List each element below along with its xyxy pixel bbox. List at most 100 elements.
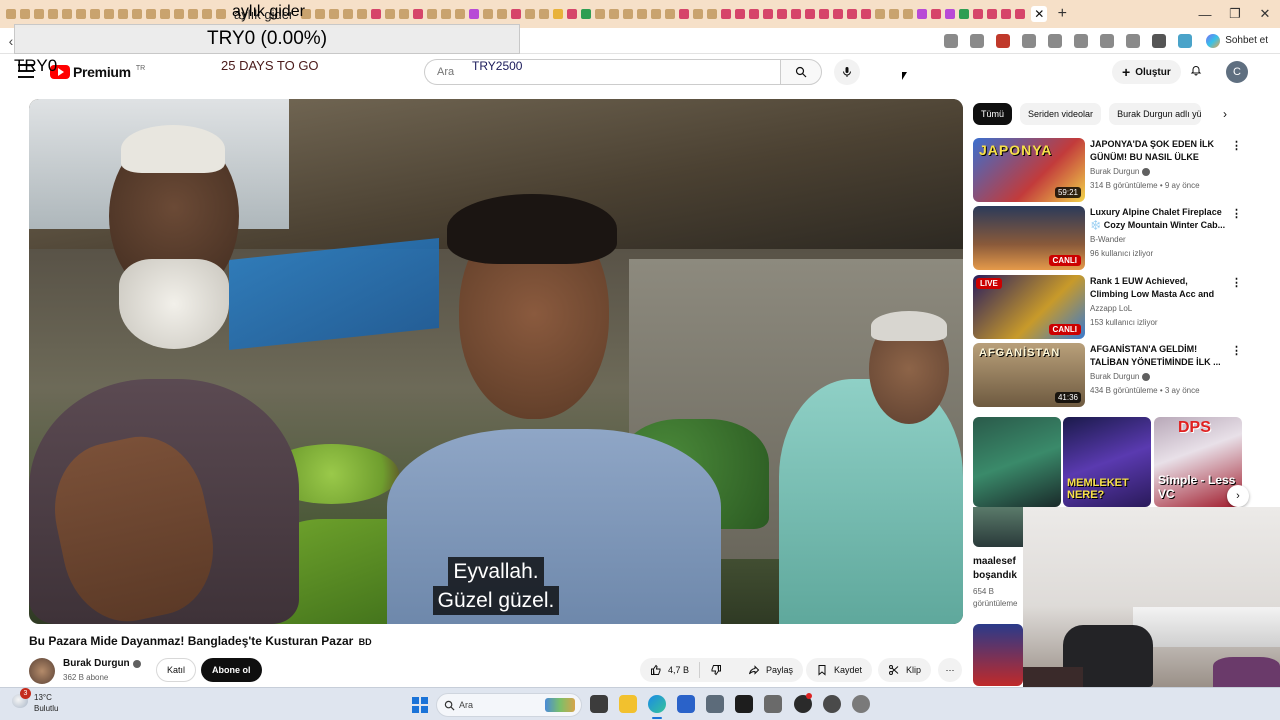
tab-favicon[interactable]: [903, 9, 914, 19]
tab-favicon[interactable]: [847, 9, 858, 19]
tab-favicon[interactable]: [581, 9, 592, 19]
video-thumbnail[interactable]: AFGANİSTAN 41:36: [973, 343, 1085, 407]
channel-name[interactable]: Burak Durgun: [63, 658, 141, 669]
create-button[interactable]: + Oluştur: [1112, 60, 1181, 84]
chip-all[interactable]: Tümü: [973, 103, 1013, 125]
like-icon[interactable]: [650, 664, 662, 676]
recommendation-title[interactable]: JAPONYA'DA ŞOK EDEN İLK GÜNÜM! BU NASIL …: [1090, 138, 1226, 165]
tab-favicon[interactable]: [441, 9, 452, 19]
more-options-icon[interactable]: ⋮: [1231, 345, 1242, 357]
app-icon[interactable]: [706, 695, 724, 713]
tab-favicon[interactable]: [202, 9, 212, 19]
recommendation-title[interactable]: maalesef boşandık: [973, 555, 1023, 583]
share-button[interactable]: Paylaş: [738, 658, 804, 682]
more-actions-button[interactable]: ⋯: [938, 658, 962, 682]
tab-favicon[interactable]: [623, 9, 634, 19]
channel-avatar[interactable]: [29, 658, 55, 684]
youtube-logo[interactable]: Premium TR: [50, 64, 145, 80]
tab-favicon[interactable]: [385, 9, 396, 19]
settings-icon[interactable]: [1074, 33, 1089, 48]
more-options-icon[interactable]: ⋮: [1231, 140, 1242, 152]
short-thumbnail[interactable]: [973, 417, 1061, 507]
health-icon[interactable]: [1126, 33, 1141, 48]
tab-favicon[interactable]: [917, 9, 928, 19]
tab-favicon[interactable]: [973, 9, 984, 19]
recommendation-item[interactable]: LIVE CANLI Rank 1 EUW Achieved, Climbing…: [973, 275, 1245, 339]
video-player[interactable]: Eyvallah. Güzel güzel.: [29, 99, 963, 624]
tab-favicon[interactable]: [931, 9, 942, 19]
split-view-icon[interactable]: [1048, 33, 1063, 48]
tab-favicon[interactable]: [665, 9, 676, 19]
app-icon[interactable]: [852, 695, 870, 713]
tab-favicon[interactable]: [483, 9, 494, 19]
dislike-icon[interactable]: [710, 664, 722, 676]
tab-favicon[interactable]: [707, 9, 718, 19]
extensions-puzzle-icon[interactable]: [1022, 33, 1037, 48]
tab-favicon[interactable]: [889, 9, 900, 19]
store-icon[interactable]: [677, 695, 695, 713]
weather-widget[interactable]: 3 13°C Bulutlu: [12, 688, 58, 714]
menu-dots-icon[interactable]: [1152, 33, 1167, 48]
file-explorer-icon[interactable]: [619, 695, 637, 713]
new-tab-button[interactable]: +: [1051, 5, 1073, 23]
tab-favicon[interactable]: [34, 9, 44, 19]
video-thumbnail[interactable]: LIVE CANLI: [973, 275, 1085, 339]
account-avatar[interactable]: C: [1226, 61, 1248, 83]
tab-favicon[interactable]: [693, 9, 704, 19]
tab-favicon[interactable]: [146, 9, 156, 19]
tab-favicon[interactable]: [132, 9, 142, 19]
video-thumbnail[interactable]: JAPONYA 59:21: [973, 138, 1085, 202]
install-app-icon[interactable]: [944, 33, 959, 48]
tab-favicon[interactable]: [399, 9, 410, 19]
tab-favicon[interactable]: [48, 9, 58, 19]
download-icon[interactable]: [1100, 33, 1115, 48]
tab-favicon[interactable]: [216, 9, 226, 19]
tab-favicon[interactable]: [819, 9, 830, 19]
maximize-button[interactable]: ❐: [1220, 6, 1250, 22]
short-thumbnail[interactable]: MEMLEKET NERE?: [1063, 417, 1151, 507]
chip-series[interactable]: Seriden videolar: [1020, 103, 1102, 125]
tab-close-icon[interactable]: ✕: [1031, 6, 1048, 22]
tab-favicon[interactable]: [875, 9, 886, 19]
tab-favicon[interactable]: [567, 9, 578, 19]
video-thumbnail[interactable]: [973, 507, 1023, 547]
recommendation-title[interactable]: Luxury Alpine Chalet Fireplace ❄️ Cozy M…: [1090, 206, 1226, 232]
tab-favicon[interactable]: [174, 9, 184, 19]
tab-favicon[interactable]: [805, 9, 816, 19]
taskbar-search[interactable]: Ara: [436, 693, 582, 717]
tab-favicon[interactable]: [945, 9, 956, 19]
tab-favicon[interactable]: [329, 9, 340, 19]
tab-favicon[interactable]: [160, 9, 170, 19]
tab-favicon[interactable]: [791, 9, 802, 19]
more-options-icon[interactable]: ⋮: [1231, 277, 1242, 289]
edge-browser-icon[interactable]: [648, 695, 666, 713]
tab-favicon[interactable]: [90, 9, 100, 19]
tab-favicon[interactable]: [118, 9, 128, 19]
recommendation-title[interactable]: Rank 1 EUW Achieved, Climbing Low Masta …: [1090, 275, 1226, 302]
app-icon[interactable]: [764, 695, 782, 713]
chips-next-icon[interactable]: ›: [1217, 106, 1233, 122]
recommendation-item[interactable]: JAPONYA 59:21 JAPONYA'DA ŞOK EDEN İLK GÜ…: [973, 138, 1245, 202]
tab-favicon[interactable]: [315, 9, 326, 19]
tab-favicon[interactable]: [427, 9, 438, 19]
copilot-chat-button[interactable]: Sohbet et: [1206, 33, 1268, 48]
app-icon[interactable]: [823, 695, 841, 713]
tab-favicon[interactable]: [62, 9, 72, 19]
tab-favicon[interactable]: [833, 9, 844, 19]
task-view-icon[interactable]: [590, 695, 608, 713]
tab-favicon[interactable]: [763, 9, 774, 19]
app-icon[interactable]: [735, 695, 753, 713]
tab-favicon[interactable]: [20, 9, 30, 19]
tab-favicon[interactable]: [188, 9, 198, 19]
tab-favicon[interactable]: [721, 9, 732, 19]
recommendation-title[interactable]: AFGANİSTAN'A GELDİM! TALİBAN YÖNETİMİNDE…: [1090, 343, 1226, 369]
tab-favicon[interactable]: [1015, 9, 1026, 19]
minimize-button[interactable]: —: [1190, 7, 1220, 22]
tab-favicon[interactable]: [357, 9, 368, 19]
tab-favicon[interactable]: [539, 9, 550, 19]
tab-favicon[interactable]: [679, 9, 690, 19]
tab-favicon[interactable]: [104, 9, 114, 19]
tab-favicon[interactable]: [525, 9, 536, 19]
profile-icon[interactable]: [1178, 33, 1193, 48]
tab-favicon[interactable]: [553, 9, 564, 19]
